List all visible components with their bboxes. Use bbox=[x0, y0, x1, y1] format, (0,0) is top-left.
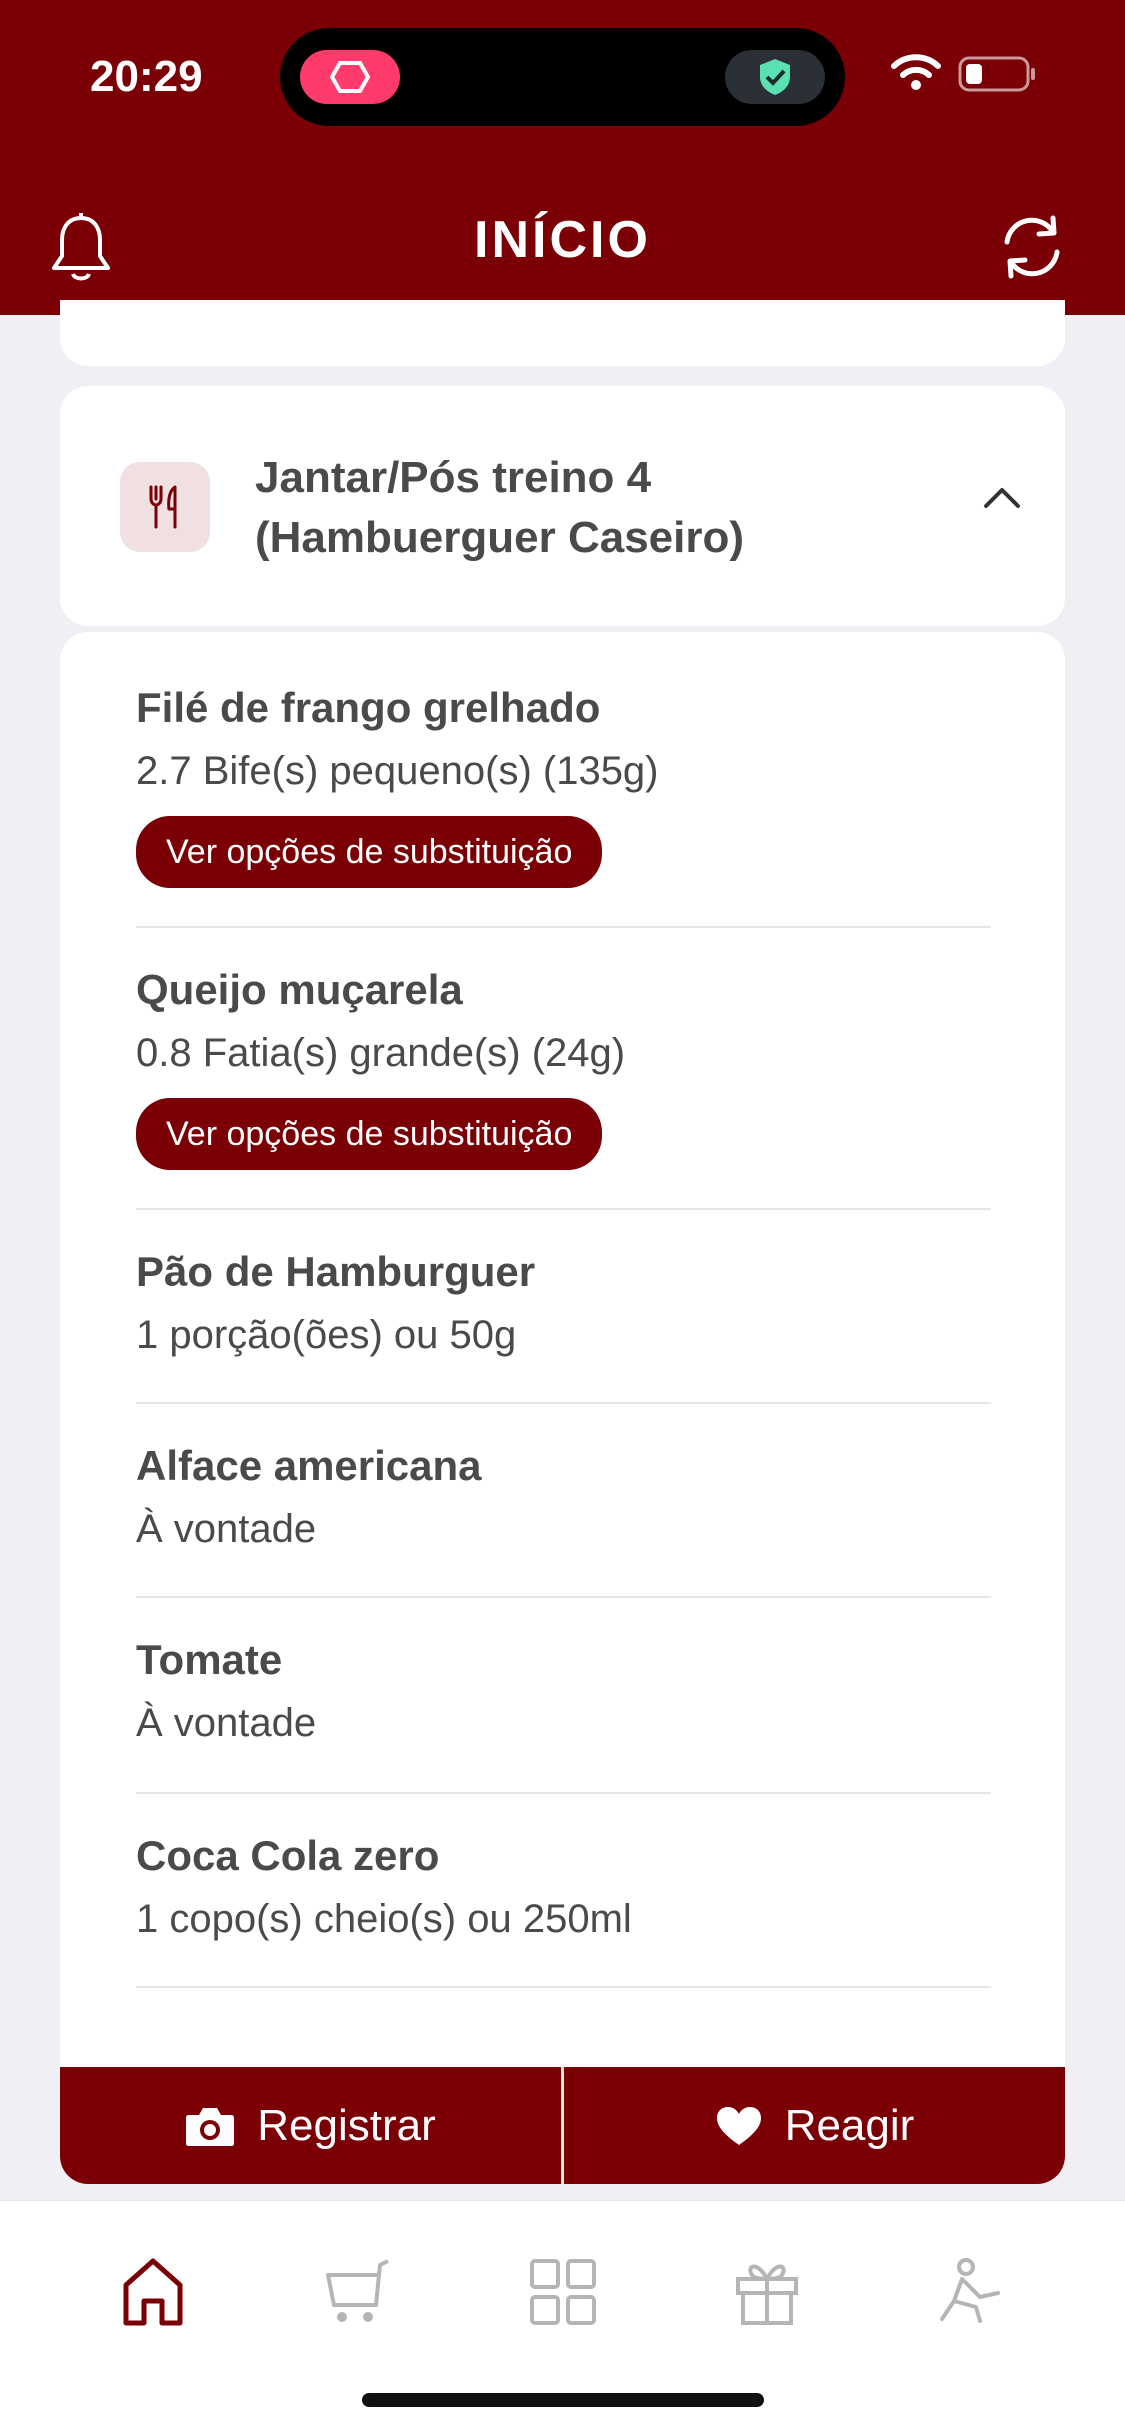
item-quantity: 1 porção(ões) ou 50g bbox=[136, 1313, 517, 1357]
meal-header-card[interactable]: Jantar/Pós treino 4 (Hambuerguer Caseiro… bbox=[60, 386, 1065, 626]
grid-icon bbox=[530, 2259, 596, 2325]
list-item: Coca Cola zero 1 copo(s) cheio(s) ou 250… bbox=[136, 1828, 991, 1988]
tab-rewards[interactable] bbox=[722, 2247, 812, 2337]
item-name: Filé de frango grelhado bbox=[136, 684, 601, 731]
app-header: 20:29 INÍCIO bbox=[0, 0, 1125, 315]
gift-icon bbox=[736, 2264, 798, 2325]
tab-shop[interactable] bbox=[312, 2247, 402, 2337]
list-item: Alface americana À vontade bbox=[136, 1438, 991, 1598]
action-divider bbox=[561, 2067, 564, 2184]
shield-check-icon bbox=[725, 50, 825, 104]
list-item: Queijo muçarela 0.8 Fatia(s) grande(s) (… bbox=[136, 962, 991, 1210]
cart-icon bbox=[326, 2259, 389, 2322]
refresh-icon[interactable] bbox=[995, 212, 1069, 286]
substitution-button[interactable]: Ver opções de substituição bbox=[136, 816, 603, 888]
item-quantity: 2.7 Bife(s) pequeno(s) (135g) bbox=[136, 749, 659, 793]
exercise-icon bbox=[940, 2258, 1000, 2323]
cutlery-icon bbox=[120, 462, 210, 552]
heart-icon bbox=[716, 2106, 761, 2145]
register-label: Registrar bbox=[257, 2100, 436, 2150]
home-indicator bbox=[362, 2393, 764, 2407]
battery-icon bbox=[958, 56, 1038, 96]
tab-workout[interactable] bbox=[926, 2247, 1016, 2337]
recording-indicator-icon bbox=[300, 50, 400, 104]
home-icon bbox=[123, 2258, 183, 2326]
camera-icon bbox=[186, 2107, 235, 2146]
list-item: Tomate À vontade bbox=[136, 1632, 991, 1794]
meal-title: Jantar/Pós treino 4 (Hambuerguer Caseiro… bbox=[255, 453, 745, 562]
dynamic-island bbox=[280, 28, 845, 126]
register-button[interactable]: Registrar bbox=[60, 2067, 561, 2184]
meal-action-bar: Registrar Reagir bbox=[60, 2067, 1065, 2184]
item-name: Pão de Hamburguer bbox=[136, 1248, 536, 1295]
item-quantity: 1 copo(s) cheio(s) ou 250ml bbox=[136, 1897, 632, 1941]
tab-menu[interactable] bbox=[518, 2247, 608, 2337]
substitution-button[interactable]: Ver opções de substituição bbox=[136, 1098, 603, 1170]
item-name: Tomate bbox=[136, 1636, 283, 1683]
item-quantity: À vontade bbox=[136, 1507, 317, 1551]
list-item: Pão de Hamburguer 1 porção(ões) ou 50g bbox=[136, 1244, 991, 1404]
status-time: 20:29 bbox=[90, 52, 203, 101]
chevron-up-icon[interactable] bbox=[982, 486, 1022, 514]
meal-items-card: Filé de frango grelhado 2.7 Bife(s) pequ… bbox=[60, 632, 1065, 2184]
wifi-icon bbox=[890, 52, 942, 96]
item-quantity: 0.8 Fatia(s) grande(s) (24g) bbox=[136, 1031, 626, 1075]
react-button[interactable]: Reagir bbox=[564, 2067, 1065, 2184]
item-name: Alface americana bbox=[136, 1442, 482, 1489]
previous-meal-card bbox=[60, 300, 1065, 366]
page-title: INÍCIO bbox=[474, 211, 651, 269]
item-quantity: À vontade bbox=[136, 1701, 317, 1745]
list-item: Filé de frango grelhado 2.7 Bife(s) pequ… bbox=[136, 680, 991, 928]
item-name: Queijo muçarela bbox=[136, 966, 463, 1013]
tab-home[interactable] bbox=[108, 2247, 198, 2337]
react-label: Reagir bbox=[784, 2100, 915, 2150]
item-name: Coca Cola zero bbox=[136, 1832, 440, 1879]
